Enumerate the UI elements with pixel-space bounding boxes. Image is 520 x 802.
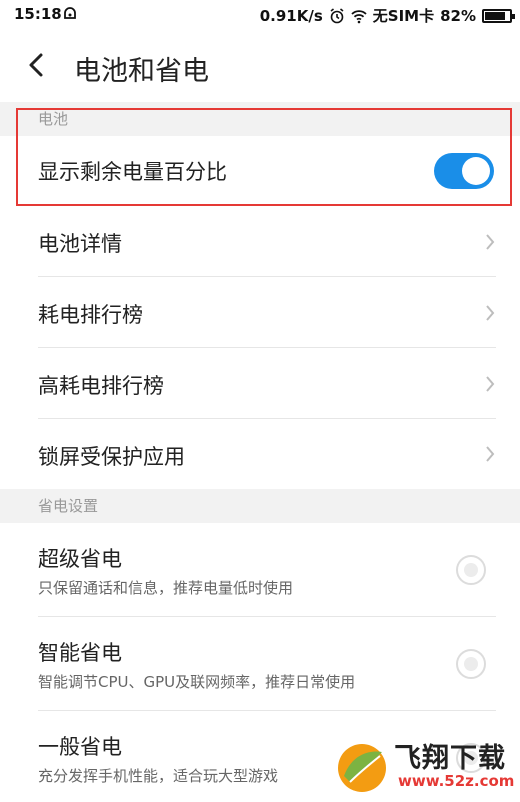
mode-radio-button[interactable] <box>456 649 486 679</box>
watermark: 飞翔下载 www.52z.com <box>334 734 514 796</box>
watermark-text: 飞翔下载 <box>394 743 506 774</box>
section-header-label: 省电设置 <box>38 497 99 515</box>
list-item-super-power-saving[interactable]: 超级省电 只保留通话和信息，推荐电量低时使用 <box>0 523 520 617</box>
list-item-label: 耗电排行榜 <box>38 303 143 327</box>
mode-radio-button[interactable] <box>456 555 486 585</box>
mode-title: 超级省电 <box>38 547 122 571</box>
page-title: 电池和省电 <box>74 56 209 87</box>
status-bar: 15:18 0.91K/s 无SIM卡 82% <box>0 0 520 30</box>
section-header-battery: 电池 <box>0 102 520 136</box>
sim-status: 无SIM卡 <box>372 7 435 25</box>
mode-description: 智能调节CPU、GPU及联网频率，推荐日常使用 <box>38 673 356 691</box>
show-battery-percentage-toggle[interactable] <box>434 153 494 189</box>
status-right-group: 0.91K/s 无SIM卡 82% <box>259 5 515 26</box>
battery-fill <box>485 11 505 20</box>
mode-title: 一般省电 <box>38 735 122 759</box>
battery-percent: 82% <box>440 6 476 25</box>
watermark-logo-icon <box>338 744 386 792</box>
section-header-label: 电池 <box>38 110 69 128</box>
mode-description: 只保留通话和信息，推荐电量低时使用 <box>38 579 294 597</box>
section-header-power-saving: 省电设置 <box>0 489 520 523</box>
mode-title: 智能省电 <box>38 641 122 665</box>
list-item-label: 高耗电排行榜 <box>38 374 164 398</box>
network-speed: 0.91K/s <box>259 6 323 25</box>
title-bar: 电池和省电 <box>0 30 520 102</box>
battery-icon <box>482 8 515 23</box>
status-time: 15:18 <box>14 5 62 23</box>
list-item-label: 电池详情 <box>38 232 122 256</box>
list-item-power-ranking[interactable]: 耗电排行榜 <box>0 277 520 348</box>
watermark-url: www.52z.com <box>398 772 515 790</box>
list-item-battery-details[interactable]: 电池详情 <box>0 206 520 277</box>
list-item-high-power-ranking[interactable]: 高耗电排行榜 <box>0 348 520 419</box>
chevron-right-icon <box>486 305 495 321</box>
toggle-knob <box>462 157 490 185</box>
alarm-icon <box>330 7 344 23</box>
chevron-right-icon <box>486 234 495 250</box>
show-battery-percentage-label: 显示剩余电量百分比 <box>38 160 227 184</box>
back-arrow-icon[interactable] <box>26 52 46 78</box>
show-battery-percentage-row[interactable]: 显示剩余电量百分比 <box>0 136 520 206</box>
chevron-right-icon <box>486 446 495 462</box>
mode-description: 充分发挥手机性能，适合玩大型游戏 <box>38 767 279 785</box>
list-item-lockscreen-protected-apps[interactable]: 锁屏受保护应用 <box>0 419 520 489</box>
notification-icon <box>64 7 76 19</box>
list-item-label: 锁屏受保护应用 <box>38 445 185 469</box>
chevron-right-icon <box>486 376 495 392</box>
list-item-smart-power-saving[interactable]: 智能省电 智能调节CPU、GPU及联网频率，推荐日常使用 <box>0 617 520 711</box>
wifi-icon <box>351 9 367 23</box>
